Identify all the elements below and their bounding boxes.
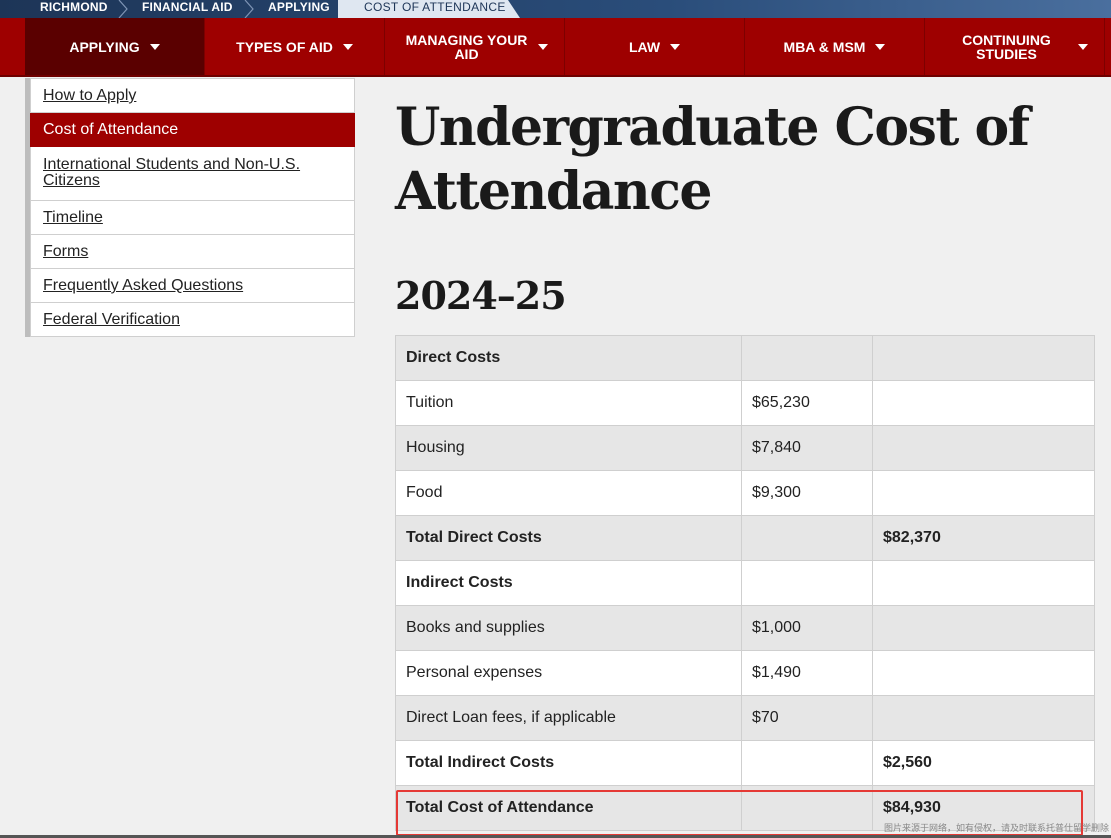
breadcrumb-richmond[interactable]: RICHMOND <box>40 0 108 18</box>
row-amount: $1,490 <box>741 650 873 696</box>
caret-down-icon <box>342 43 353 50</box>
breadcrumb-financial-aid[interactable]: FINANCIAL AID <box>142 0 233 18</box>
row-total <box>872 380 1095 426</box>
row-total: $82,370 <box>872 515 1095 561</box>
nav-item-label: MBA & MSM <box>783 38 866 55</box>
nav-item-managing-your-aid[interactable]: MANAGING YOUR AID <box>385 18 565 75</box>
table-row: Direct Costs <box>395 335 1095 381</box>
nav-item-label: TYPES OF AID <box>236 38 333 55</box>
watermark-text: 图片来源于网络，如有侵权，请及时联系托普仕留学删除 <box>883 823 1109 833</box>
row-amount <box>741 740 873 786</box>
row-total <box>872 695 1095 741</box>
nav-item-continuing-studies[interactable]: CONTINUING STUDIES <box>925 18 1105 75</box>
breadcrumb-applying[interactable]: APPLYING <box>268 0 330 18</box>
nav-item-applying[interactable]: APPLYING <box>25 18 205 75</box>
sidebar-item-faq[interactable]: Frequently Asked Questions <box>30 269 355 303</box>
table-row: Total Direct Costs $82,370 <box>395 515 1095 561</box>
nav-item-label: CONTINUING STUDIES <box>962 31 1051 62</box>
sidebar-item-cost-of-attendance[interactable]: Cost of Attendance <box>30 113 355 147</box>
nav-item-label: APPLYING <box>69 38 140 55</box>
caret-down-icon <box>670 43 681 50</box>
table-row: Personal expenses $1,490 <box>395 650 1095 696</box>
table-row: Direct Loan fees, if applicable $70 <box>395 695 1095 741</box>
row-amount <box>741 335 873 381</box>
table-row: Total Indirect Costs $2,560 <box>395 740 1095 786</box>
sidebar-item-how-to-apply[interactable]: How to Apply <box>30 78 355 113</box>
row-total <box>872 560 1095 606</box>
caret-down-icon <box>537 43 548 50</box>
sidebar-item-timeline[interactable]: Timeline <box>30 201 355 235</box>
table-row: Books and supplies $1,000 <box>395 605 1095 651</box>
main-nav: APPLYING TYPES OF AID MANAGING YOUR AID … <box>0 18 1111 77</box>
row-label: Books and supplies <box>395 605 742 651</box>
nav-item-label: LAW <box>628 38 661 55</box>
chevron-right-icon <box>118 0 128 18</box>
nav-item-mba-msm[interactable]: MBA & MSM <box>745 18 925 75</box>
nav-item-types-of-aid[interactable]: TYPES OF AID <box>205 18 385 75</box>
row-amount <box>741 560 873 606</box>
caret-down-icon <box>1077 43 1088 50</box>
row-total: $2,560 <box>872 740 1095 786</box>
row-amount: $7,840 <box>741 425 873 471</box>
row-label: Total Direct Costs <box>395 515 742 561</box>
table-row: Tuition $65,230 <box>395 380 1095 426</box>
nav-item-label: MANAGING YOUR AID <box>405 31 528 62</box>
caret-down-icon <box>875 43 886 50</box>
row-label: Direct Costs <box>395 335 742 381</box>
row-label: Total Cost of Attendance <box>395 785 742 831</box>
row-amount: $65,230 <box>741 380 873 426</box>
row-total <box>872 425 1095 471</box>
row-label: Total Indirect Costs <box>395 740 742 786</box>
table-row: Indirect Costs <box>395 560 1095 606</box>
row-total <box>872 650 1095 696</box>
row-amount: $9,300 <box>741 470 873 516</box>
row-label: Personal expenses <box>395 650 742 696</box>
row-label: Indirect Costs <box>395 560 742 606</box>
sidebar-item-forms[interactable]: Forms <box>30 235 355 269</box>
breadcrumb-current-label: COST OF ATTENDANCE <box>364 0 506 14</box>
nav-item-law[interactable]: LAW <box>565 18 745 75</box>
table-row: Food $9,300 <box>395 470 1095 516</box>
row-amount: $1,000 <box>741 605 873 651</box>
row-total <box>872 470 1095 516</box>
sidebar-item-international-students[interactable]: International Students and Non-U.S. Citi… <box>30 147 355 201</box>
breadcrumb: RICHMOND FINANCIAL AID APPLYING COST OF … <box>0 0 1111 18</box>
row-amount <box>741 515 873 561</box>
sidebar-item-federal-verification[interactable]: Federal Verification <box>30 303 355 337</box>
row-label: Tuition <box>395 380 742 426</box>
cost-table: Direct Costs Tuition $65,230 Housing $7,… <box>395 335 1095 831</box>
row-amount: $70 <box>741 695 873 741</box>
page-title: Undergraduate Cost of Attendance <box>395 97 1030 222</box>
row-label: Housing <box>395 425 742 471</box>
row-label: Food <box>395 470 742 516</box>
row-total <box>872 605 1095 651</box>
year-heading: 2024–25 <box>395 273 567 318</box>
row-total <box>872 335 1095 381</box>
caret-down-icon <box>149 43 160 50</box>
breadcrumb-current: COST OF ATTENDANCE <box>338 0 520 18</box>
chevron-right-icon <box>244 0 254 18</box>
row-amount <box>741 785 873 831</box>
sidebar-nav: How to Apply Cost of Attendance Internat… <box>25 78 355 337</box>
table-row: Housing $7,840 <box>395 425 1095 471</box>
row-label: Direct Loan fees, if applicable <box>395 695 742 741</box>
